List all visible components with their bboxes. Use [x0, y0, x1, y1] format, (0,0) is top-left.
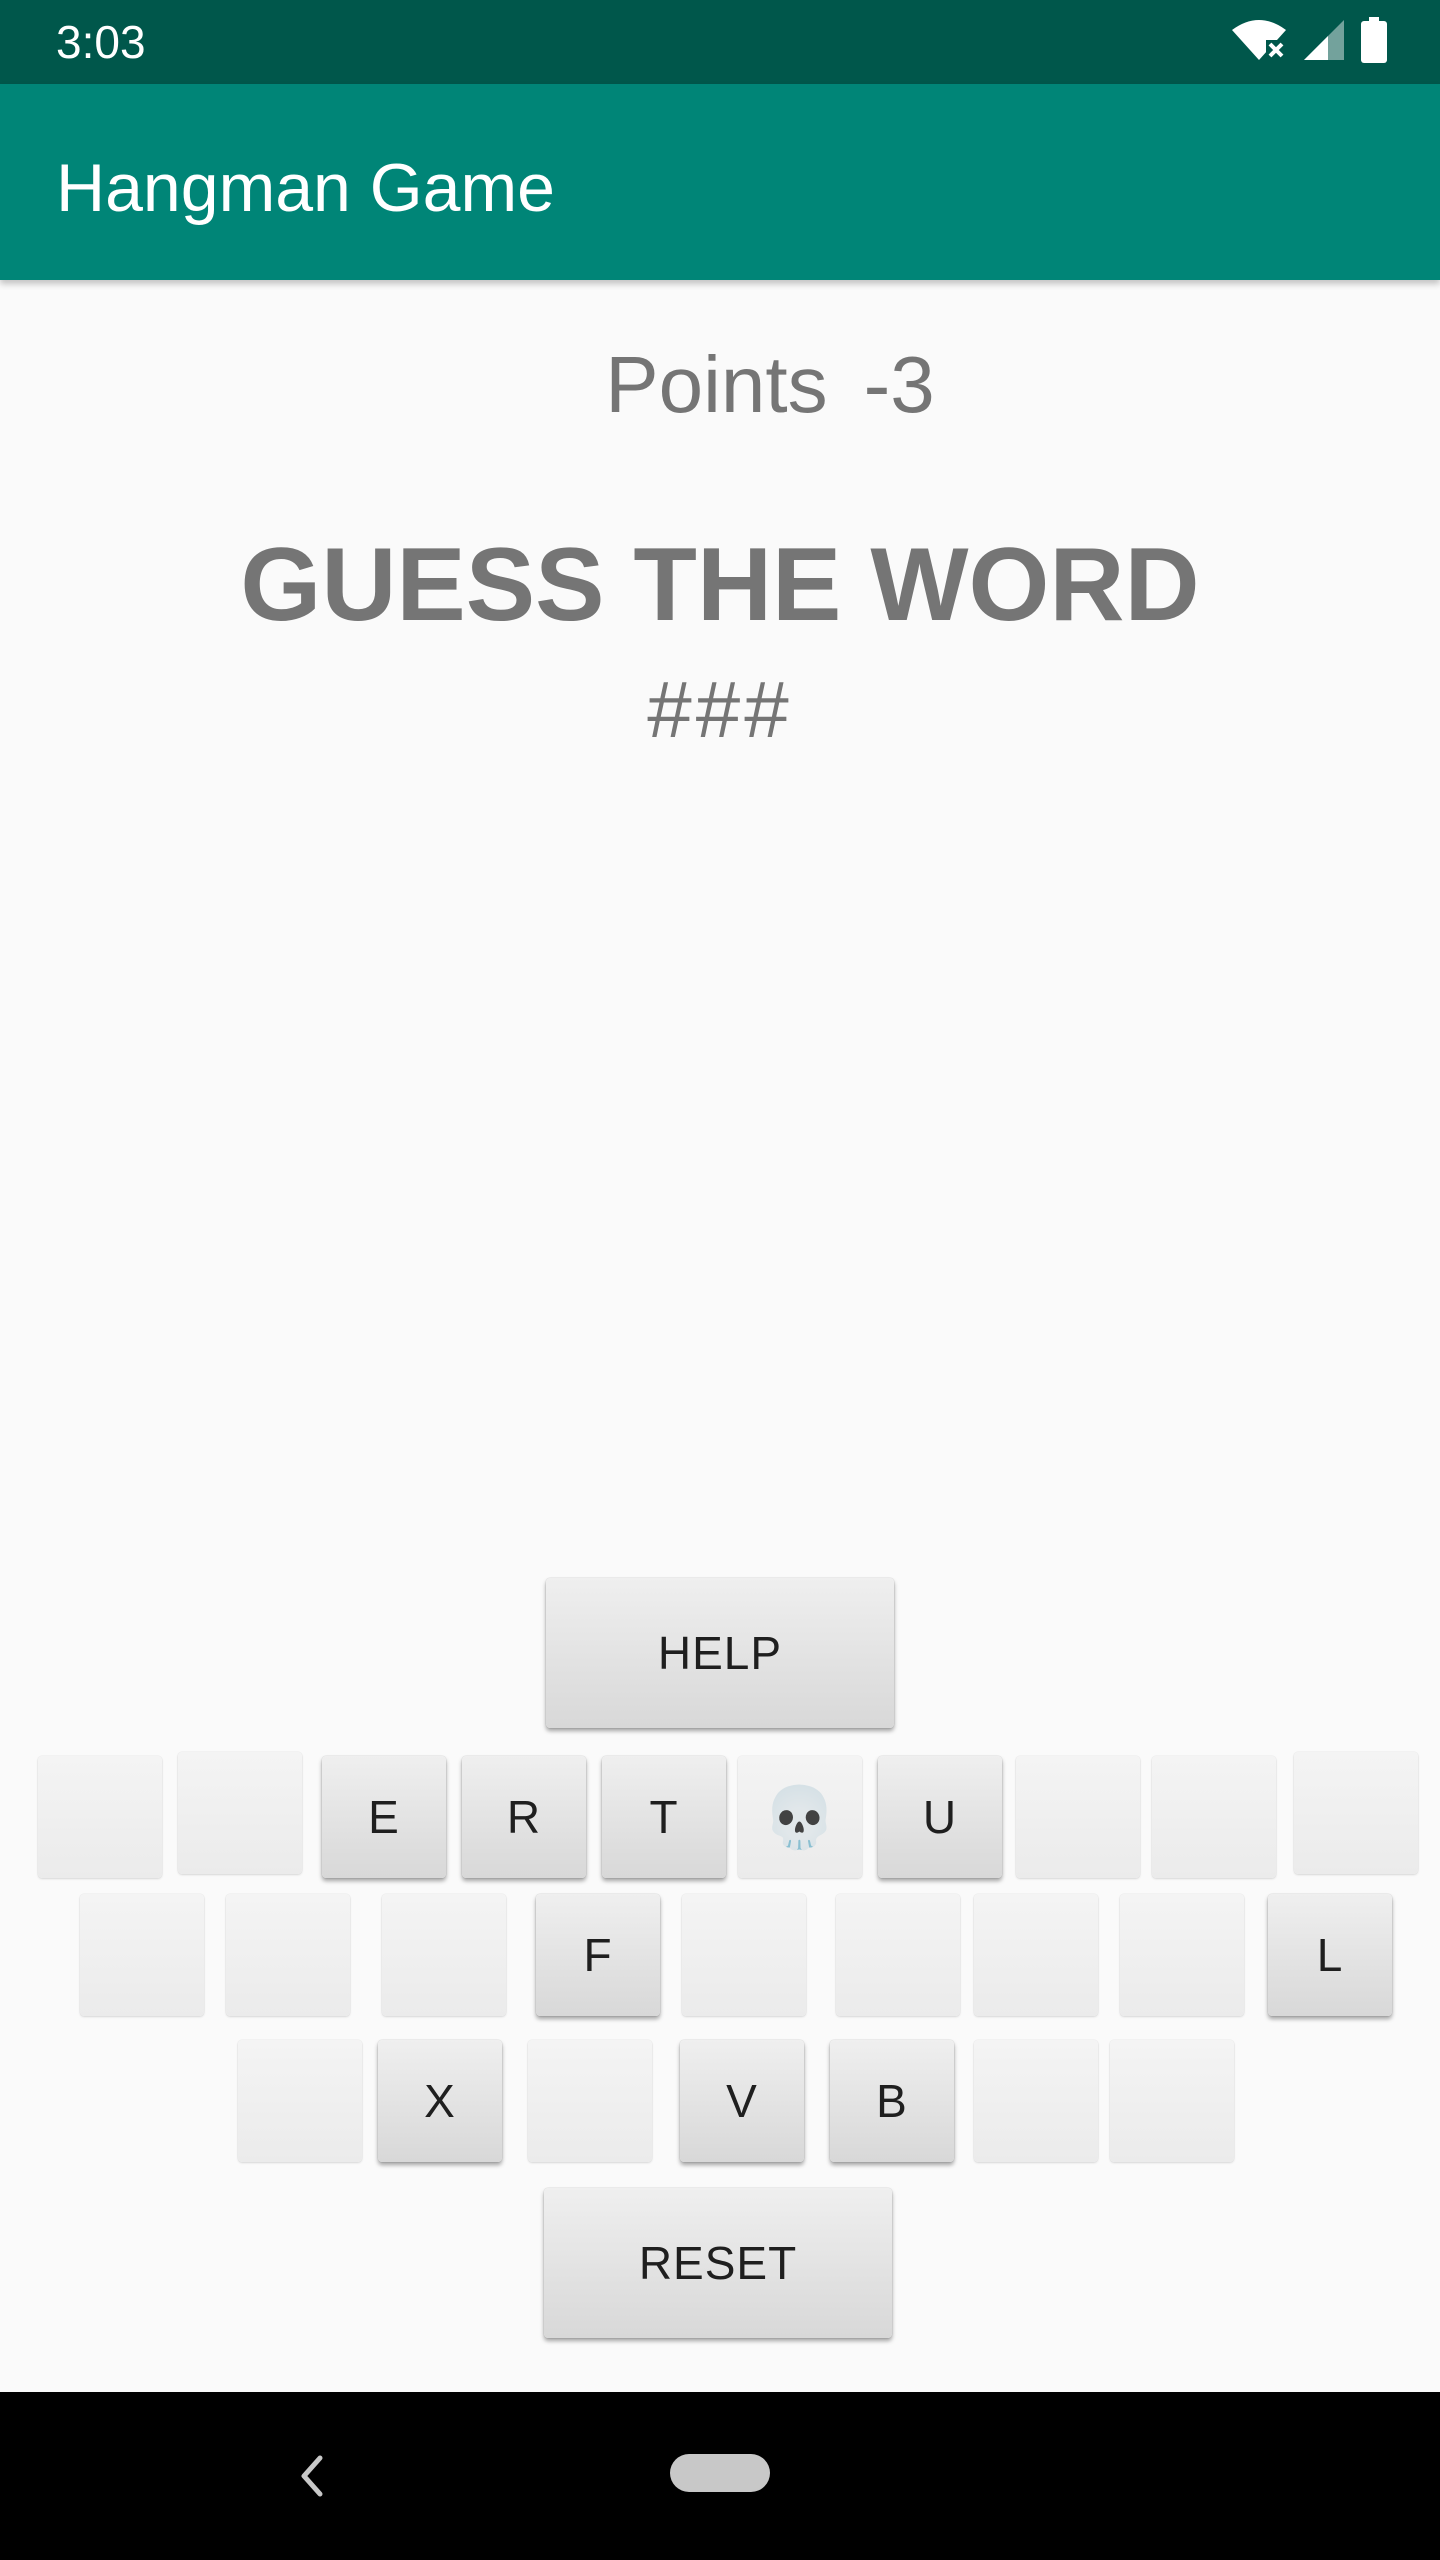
letter-key[interactable]: [1110, 2040, 1234, 2162]
letter-key[interactable]: [80, 1894, 204, 2016]
points-label: Points: [605, 340, 828, 429]
app-bar: Hangman Game: [0, 84, 1440, 280]
letter-key-r[interactable]: R: [462, 1756, 586, 1878]
reset-button[interactable]: RESET: [544, 2188, 892, 2338]
back-icon[interactable]: [286, 2446, 338, 2506]
letter-key[interactable]: [836, 1894, 960, 2016]
letter-key-l[interactable]: L: [1268, 1894, 1392, 2016]
letter-key[interactable]: [178, 1752, 302, 1874]
letter-key[interactable]: [682, 1894, 806, 2016]
signal-icon: [1302, 18, 1346, 67]
points-value: -3: [863, 340, 935, 429]
letter-key[interactable]: [1120, 1894, 1244, 2016]
letter-key[interactable]: [38, 1756, 162, 1878]
letter-key-e[interactable]: E: [322, 1756, 446, 1878]
skull-icon: 💀: [762, 1783, 838, 1851]
letter-key-x[interactable]: X: [378, 2040, 502, 2162]
letter-key-f[interactable]: F: [536, 1894, 660, 2016]
status-icons: [1230, 16, 1388, 68]
hangman-screen: 3:03 Hangman Game Points -3 GUESS THE WO…: [0, 0, 1440, 2560]
letter-key[interactable]: [974, 1894, 1098, 2016]
skull-key[interactable]: 💀: [738, 1756, 862, 1878]
battery-icon: [1360, 16, 1388, 68]
letter-key-b[interactable]: B: [830, 2040, 954, 2162]
wifi-off-icon: [1230, 18, 1288, 67]
navigation-bar: [0, 2392, 1440, 2560]
home-pill-icon[interactable]: [670, 2454, 770, 2492]
letter-key[interactable]: [382, 1894, 506, 2016]
status-time: 3:03: [56, 16, 146, 68]
masked-word: ###: [647, 665, 793, 754]
letter-key[interactable]: [1016, 1756, 1140, 1878]
letter-key[interactable]: [528, 2040, 652, 2162]
letter-key-u[interactable]: U: [878, 1756, 1002, 1878]
letter-key[interactable]: [1152, 1756, 1276, 1878]
points-row: Points -3: [0, 330, 1440, 440]
guess-heading: GUESS THE WORD: [240, 527, 1200, 643]
letter-key[interactable]: [226, 1894, 350, 2016]
letter-key[interactable]: [238, 2040, 362, 2162]
status-bar: 3:03: [0, 0, 1440, 84]
letter-key-t[interactable]: T: [602, 1756, 726, 1878]
app-title: Hangman Game: [56, 150, 555, 226]
letter-key[interactable]: [1294, 1752, 1418, 1874]
letter-key-v[interactable]: V: [680, 2040, 804, 2162]
letter-key[interactable]: [974, 2040, 1098, 2162]
help-button[interactable]: HELP: [546, 1578, 894, 1728]
